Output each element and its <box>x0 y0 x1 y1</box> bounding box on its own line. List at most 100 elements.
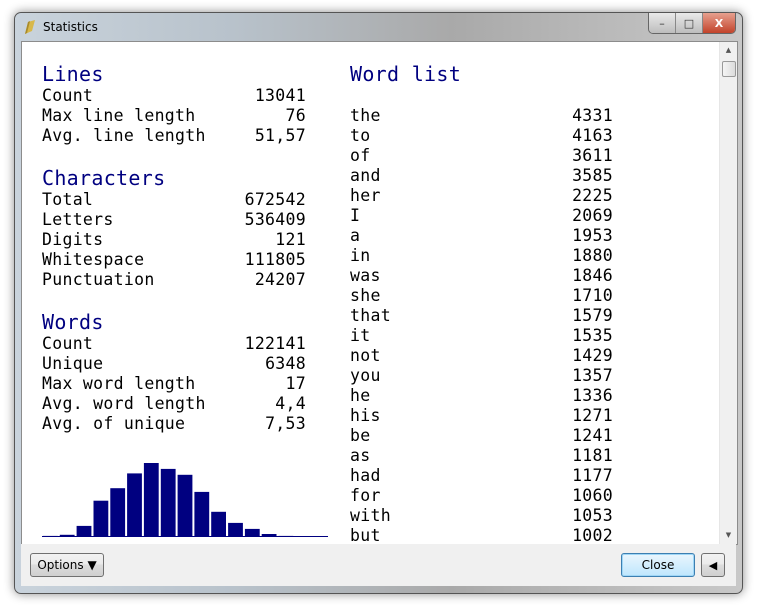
word-count: 1429 <box>572 346 613 365</box>
stat-value: 51,57 <box>254 126 306 145</box>
word: to <box>350 126 371 145</box>
word: but <box>350 526 381 545</box>
stat-row: Max line length 76 <box>42 106 306 126</box>
histogram-bar <box>211 511 226 537</box>
word-count: 3585 <box>572 166 613 185</box>
word-list-item: she 1710 <box>350 286 613 306</box>
stat-row: Count 13041 <box>42 86 306 106</box>
histogram-bar <box>43 535 58 537</box>
word-count: 3611 <box>572 146 613 165</box>
word-count: 1177 <box>572 466 613 485</box>
word-list-item: be 1241 <box>350 426 613 446</box>
stat-label: Unique <box>42 354 104 373</box>
word-count: 1181 <box>572 446 613 465</box>
word-list-item: and 3585 <box>350 166 613 186</box>
word-list-item: I 2069 <box>350 206 613 226</box>
word: had <box>350 466 381 485</box>
stat-label: Punctuation <box>42 270 155 289</box>
button-bar: Options ▼ Close ◀ <box>21 544 736 586</box>
word-count: 1880 <box>572 246 613 265</box>
word-list-item: the 4331 <box>350 106 613 126</box>
stat-label: Whitespace <box>42 250 145 269</box>
word: the <box>350 106 381 125</box>
histogram-bar <box>127 473 142 537</box>
scrollbar-thumb[interactable] <box>722 61 736 77</box>
words-heading: Words <box>42 310 104 334</box>
histogram-bar <box>110 488 126 537</box>
word-count: 2069 <box>572 206 613 225</box>
stat-label: Avg. word length <box>42 394 206 413</box>
word: it <box>350 326 371 345</box>
word-count: 4331 <box>572 106 613 125</box>
stat-label: Avg. of unique <box>42 414 186 433</box>
word-count: 1710 <box>572 286 613 305</box>
histogram-bar <box>177 474 193 537</box>
statistics-content: Lines Count 13041 Max line length 76 Avg. lin… <box>21 41 738 545</box>
word-list-item: that 1579 <box>350 306 613 326</box>
word: as <box>350 446 371 465</box>
word: he <box>350 386 371 405</box>
stat-label: Avg. line length <box>42 126 206 145</box>
stat-value: 536409 <box>244 210 306 229</box>
close-window-button[interactable]: X <box>703 13 735 33</box>
word-count: 1241 <box>572 426 613 445</box>
stat-value: 4,4 <box>275 394 306 413</box>
words-section: Words Count 122141 Unique 6348 Max word lengt… <box>42 310 306 434</box>
histogram-bar <box>312 536 327 537</box>
stat-label: Max word length <box>42 374 196 393</box>
stat-value: 7,53 <box>265 414 306 433</box>
word-list-item: a 1953 <box>350 226 613 246</box>
close-button[interactable]: Close <box>621 553 695 577</box>
options-button[interactable]: Options ▼ <box>30 553 104 577</box>
stat-value: 13041 <box>254 86 306 105</box>
word-count: 1953 <box>572 226 613 245</box>
characters-heading: Characters <box>42 166 166 190</box>
stat-value: 6348 <box>265 354 306 373</box>
stat-label: Max line length <box>42 106 196 125</box>
histogram-bar <box>76 525 92 537</box>
stat-value: 672542 <box>244 190 306 209</box>
minimize-button[interactable]: – <box>649 13 676 33</box>
stat-value: 17 <box>285 374 306 393</box>
histogram-bar <box>261 534 277 537</box>
word-list-item: had 1177 <box>350 466 613 486</box>
word-list-item: he 1336 <box>350 386 613 406</box>
maximize-button[interactable]: □ <box>676 13 703 33</box>
stat-row: Letters 536409 <box>42 210 306 230</box>
word: be <box>350 426 371 445</box>
vertical-scrollbar[interactable]: ▲ ▼ <box>719 42 737 544</box>
word: for <box>350 486 381 505</box>
word-list-item: you 1357 <box>350 366 613 386</box>
stat-value: 111805 <box>244 250 306 269</box>
word-length-histogram <box>42 463 328 537</box>
word: in <box>350 246 371 265</box>
word-count: 1336 <box>572 386 613 405</box>
scroll-up-arrow-icon[interactable]: ▲ <box>720 42 737 59</box>
histogram-bar <box>278 535 294 537</box>
word-list-column: Word list the 4331 to 4163 of 3611 and 3585 her 2… <box>350 62 613 545</box>
lines-section: Lines Count 13041 Max line length 76 Avg. lin… <box>42 62 306 146</box>
window-title: Statistics <box>43 20 98 34</box>
summary-column: Lines Count 13041 Max line length 76 Avg. lin… <box>42 62 306 454</box>
scroll-down-arrow-icon[interactable]: ▼ <box>720 527 737 544</box>
word: she <box>350 286 381 305</box>
stat-row: Whitespace 111805 <box>42 250 306 270</box>
collapse-arrow-button[interactable]: ◀ <box>701 553 725 577</box>
word-count: 1053 <box>572 506 613 525</box>
stat-label: Digits <box>42 230 104 249</box>
word: that <box>350 306 391 325</box>
stat-row: Punctuation 24207 <box>42 270 306 290</box>
stat-row: Total 672542 <box>42 190 306 210</box>
stat-label: Total <box>42 190 94 209</box>
stat-label: Letters <box>42 210 114 229</box>
word-count: 1271 <box>572 406 613 425</box>
word-count: 1060 <box>572 486 613 505</box>
word: you <box>350 366 381 385</box>
word-list-item: not 1429 <box>350 346 613 366</box>
word-list-item: for 1060 <box>350 486 613 506</box>
word: not <box>350 346 381 365</box>
word-count: 1002 <box>572 526 613 545</box>
histogram-bar <box>93 500 109 537</box>
stat-row: Digits 121 <box>42 230 306 250</box>
word: his <box>350 406 381 425</box>
